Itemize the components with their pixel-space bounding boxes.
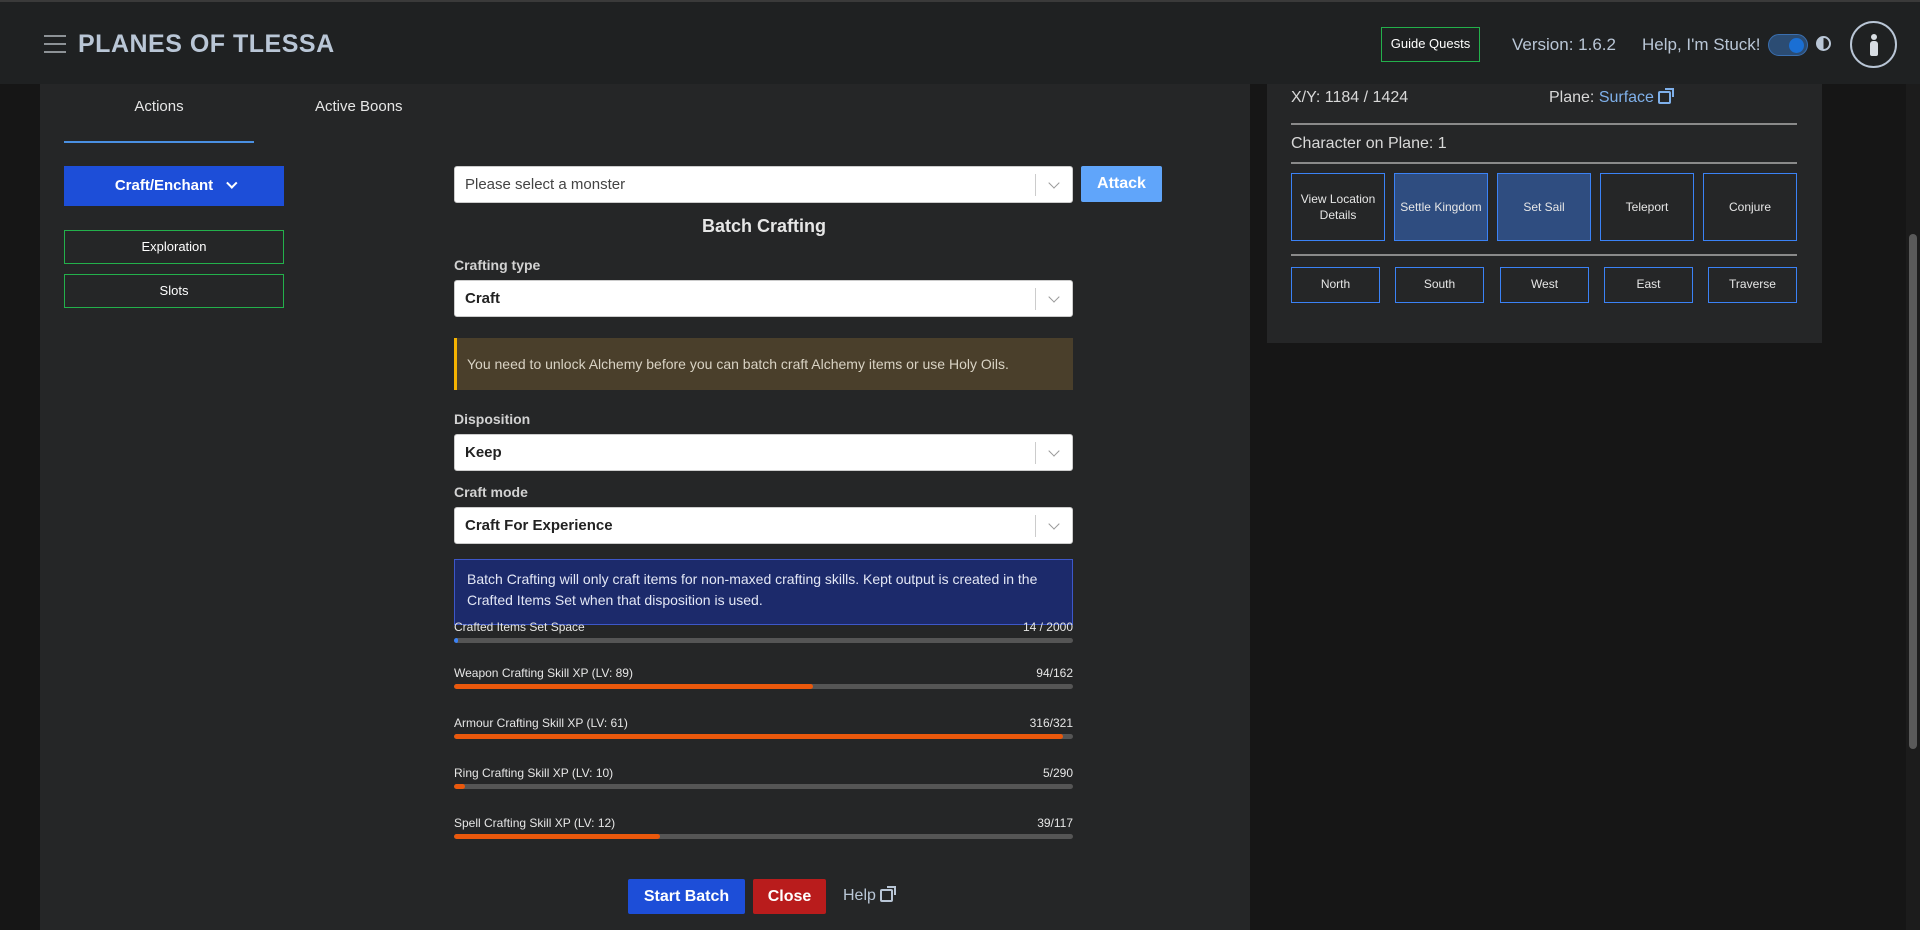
toggle-knob: [1789, 38, 1804, 53]
craft-enchant-label: Craft/Enchant: [114, 177, 214, 194]
chevron-down-icon: [1048, 445, 1060, 457]
actions-panel: Actions Active Boons Craft/Enchant Explo…: [40, 84, 1250, 930]
teleport-button[interactable]: Teleport: [1600, 173, 1694, 241]
crafting-type-value: Craft: [465, 290, 501, 307]
north-button[interactable]: North: [1291, 267, 1380, 303]
divider: [1291, 123, 1797, 125]
scroll-thumb[interactable]: [1909, 234, 1917, 749]
progress-bar: [454, 834, 1073, 839]
divider: [1291, 254, 1797, 256]
close-button[interactable]: Close: [753, 879, 826, 914]
crafting-type-select[interactable]: Craft: [454, 280, 1073, 317]
chevron-down-icon: [1048, 177, 1060, 189]
conjure-button[interactable]: Conjure: [1703, 173, 1797, 241]
crafting-type-label: Crafting type: [454, 257, 541, 273]
map-actions-panel: X/Y: 1184 / 1424 Plane: Surface Characte…: [1267, 84, 1822, 343]
craft-mode-select[interactable]: Craft For Experience: [454, 507, 1073, 544]
character-on-plane-text: Character on Plane: 1: [1291, 135, 1447, 152]
progress-fill: [454, 734, 1064, 739]
user-avatar-button[interactable]: [1850, 21, 1897, 68]
theme-toggle[interactable]: [1768, 34, 1808, 56]
view-location-details-button[interactable]: View Location Details: [1291, 173, 1385, 241]
progress-fill: [454, 638, 459, 643]
guide-quests-button[interactable]: Guide Quests: [1381, 27, 1480, 62]
settle-kingdom-button[interactable]: Settle Kingdom: [1394, 173, 1488, 241]
monster-select-placeholder: Please select a monster: [465, 176, 626, 193]
plane-info: Plane: Surface: [1549, 88, 1674, 107]
person-icon: [1871, 34, 1877, 40]
set-sail-button[interactable]: Set Sail: [1497, 173, 1591, 241]
progress-bar: [454, 638, 1073, 643]
help-link-label: Help: [843, 887, 876, 904]
disposition-value: Keep: [465, 444, 502, 461]
east-button[interactable]: East: [1604, 267, 1693, 303]
top-navbar: PLANES OF TLESSA Guide Quests Version: 1…: [0, 0, 1920, 84]
progress-fill: [454, 784, 465, 789]
coordinates-text: X/Y: 1184 / 1424: [1291, 89, 1409, 106]
exploration-button[interactable]: Exploration: [64, 230, 284, 264]
plane-label: Plane:: [1549, 89, 1599, 106]
disposition-select[interactable]: Keep: [454, 434, 1073, 471]
divider: [1291, 162, 1797, 164]
slots-button[interactable]: Slots: [64, 274, 284, 308]
external-link-icon: [879, 886, 896, 902]
craft-mode-value: Craft For Experience: [465, 517, 613, 534]
progress-bar: [454, 784, 1073, 789]
help-stuck-link[interactable]: Help, I'm Stuck!: [1642, 35, 1761, 55]
plane-value: Surface: [1598, 89, 1654, 106]
progress-fill: [454, 684, 814, 689]
west-button[interactable]: West: [1500, 267, 1589, 303]
chevron-down-icon: [226, 177, 238, 189]
contrast-icon: [1816, 36, 1831, 51]
progress-fill: [454, 834, 661, 839]
batch-crafting-title: Batch Crafting: [701, 216, 826, 236]
chevron-down-icon: [1048, 518, 1060, 530]
tab-active-boons[interactable]: Active Boons: [315, 98, 403, 115]
progress-bar: [454, 734, 1073, 739]
chevron-down-icon: [1048, 291, 1060, 303]
progress-value: 316/321: [1029, 716, 1073, 730]
page-scrollbar[interactable]: [1906, 84, 1920, 930]
progress-value: 39/117: [1037, 816, 1073, 830]
traverse-button[interactable]: Traverse: [1708, 267, 1797, 303]
attack-button[interactable]: Attack: [1081, 166, 1162, 202]
start-batch-button[interactable]: Start Batch: [628, 879, 745, 914]
south-button[interactable]: South: [1395, 267, 1484, 303]
craft-enchant-dropdown-button[interactable]: Craft/Enchant: [64, 166, 284, 206]
progress-value: 14 / 2000: [1022, 620, 1073, 634]
version-link[interactable]: Version: 1.6.2: [1512, 35, 1616, 55]
plane-surface-link[interactable]: Surface: [1598, 88, 1674, 106]
app-title[interactable]: PLANES OF TLESSA: [78, 30, 335, 59]
menu-icon[interactable]: [44, 35, 66, 53]
alchemy-warning: You need to unlock Alchemy before you ca…: [454, 338, 1073, 390]
external-link-icon: [1657, 88, 1674, 104]
help-link[interactable]: Help: [843, 886, 896, 905]
progress-value: 94/162: [1036, 666, 1073, 680]
monster-select[interactable]: Please select a monster: [454, 166, 1073, 203]
progress-bar: [454, 684, 1073, 689]
progress-value: 5/290: [1042, 766, 1073, 780]
tab-actions[interactable]: Actions: [64, 98, 254, 143]
disposition-label: Disposition: [454, 411, 531, 427]
batch-info-alert: Batch Crafting will only craft items for…: [454, 559, 1073, 625]
craft-mode-label: Craft mode: [454, 484, 528, 500]
